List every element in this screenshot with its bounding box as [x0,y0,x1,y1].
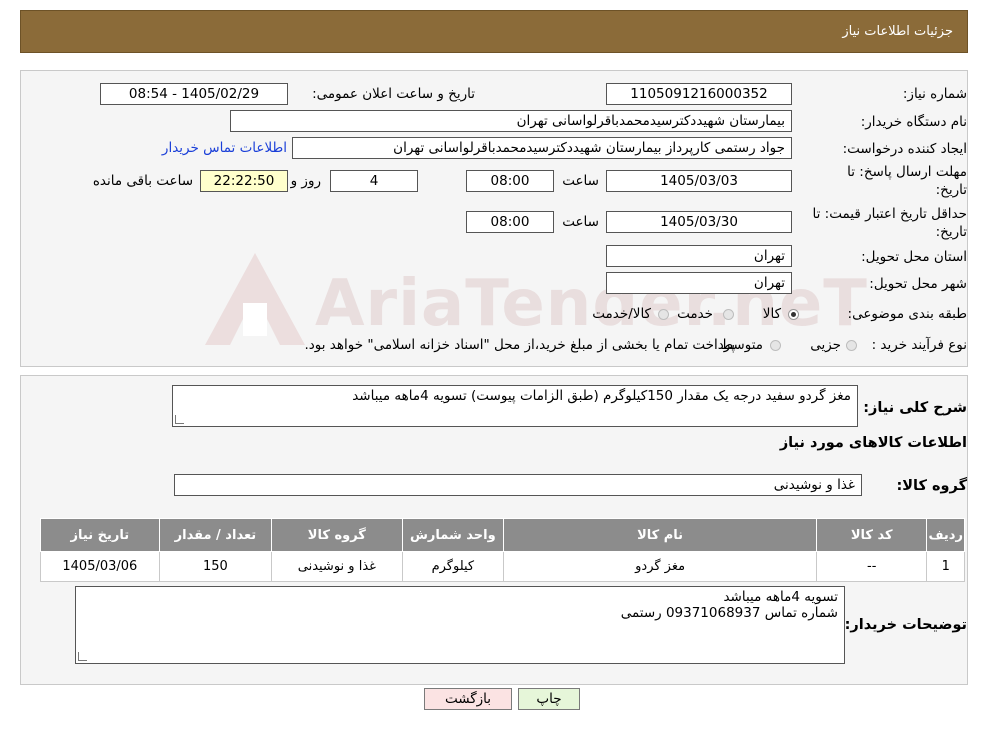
page-title: جزئیات اطلاعات نیاز [842,24,953,39]
need-number-field: 1105091216000352 [606,83,792,105]
province-field: تهران [606,245,792,267]
goods-group-field: غذا و نوشیدنی [174,474,862,496]
description-label: شرح کلی نیاز: [863,400,967,416]
goods-section-title: اطلاعات کالاهای مورد نیاز [779,435,967,451]
cell-goods-code: -- [816,551,928,582]
buyer-notes-line1: تسویه 4ماهه میباشد [723,589,838,605]
announce-datetime-field: 1405/02/29 - 08:54 [100,83,288,105]
process-option-minor: جزیی [810,337,841,353]
table-header-row: تاریخ نیاز تعداد / مقدار گروه کالا واحد … [40,518,965,552]
process-label: نوع فرآیند خرید : [871,337,967,353]
validity-time-label: ساعت [562,214,599,230]
table-row: 1405/03/06 150 غذا و نوشیدنی کیلوگرم مغز… [40,551,965,582]
remaining-time-label: ساعت باقی مانده [92,173,193,189]
deadline-time-field: 08:00 [466,170,554,192]
col-row-number: ردیف [926,518,965,552]
need-number-label: شماره نیاز: [902,86,967,102]
validity-time-field: 08:00 [466,211,554,233]
col-unit: واحد شمارش [401,518,505,552]
days-label: روز و [290,173,321,189]
col-goods-name: نام کالا [503,518,818,552]
cell-goods-group: غذا و نوشیدنی [271,551,403,582]
col-need-date: تاریخ نیاز [40,518,160,552]
city-field: تهران [606,272,792,294]
buyer-notes-label: توضیحات خریدار: [844,617,967,633]
col-quantity: تعداد / مقدار [158,518,273,552]
buyer-notes-line2: شماره تماس 09371068937 رستمی [620,605,838,621]
cell-quantity: 150 [158,551,273,582]
category-option-goods: کالا [762,306,781,322]
buyer-contact-link[interactable]: اطلاعات تماس خریدار [162,140,287,156]
category-option-goods-service: کالا/خدمت [592,306,651,322]
validity-date-field: 1405/03/30 [606,211,792,233]
remaining-days-field: 4 [330,170,418,192]
resize-grip-icon [78,652,87,661]
creator-field: جواد رستمی کارپرداز بیمارستان شهیددکترسی… [292,137,792,159]
category-radio-service[interactable] [723,309,734,320]
goods-group-label: گروه کالا: [896,478,967,494]
creator-label: ایجاد کننده درخواست: [842,141,967,157]
back-button[interactable]: بازگشت [424,688,512,710]
description-textarea: مغز گردو سفید درجه یک مقدار 150کیلوگرم (… [172,385,858,427]
cell-goods-name: مغز گردو [503,551,818,582]
process-radio-medium[interactable] [770,340,781,351]
deadline-date-field: 1405/03/03 [606,170,792,192]
validity-label-line1: حداقل تاریخ اعتبار قیمت: تا [812,206,967,222]
resize-grip-icon [175,415,184,424]
remaining-time-field: 22:22:50 [200,170,288,192]
category-option-service: خدمت [677,306,713,322]
cell-need-date: 1405/03/06 [40,551,160,582]
goods-table: تاریخ نیاز تعداد / مقدار گروه کالا واحد … [40,518,965,582]
buyer-notes-textarea: تسویه 4ماهه میباشد شماره تماس 0937106893… [75,586,845,664]
process-note: پرداخت تمام یا بخشی از مبلغ خرید،از محل … [304,337,735,353]
deadline-time-label: ساعت [562,173,599,189]
page-header: جزئیات اطلاعات نیاز [20,10,968,53]
deadline-label-line2: تاریخ: [935,182,967,198]
deadline-label-line1: مهلت ارسال پاسخ: تا [847,164,967,180]
announce-datetime-label: تاریخ و ساعت اعلان عمومی: [312,86,475,102]
cell-row-number: 1 [926,551,965,582]
category-radio-goods-service[interactable] [658,309,669,320]
buyer-org-field: بیمارستان شهیددکترسیدمحمدباقرلواسانی تهر… [230,110,792,132]
description-text: مغز گردو سفید درجه یک مقدار 150کیلوگرم (… [352,388,851,404]
buyer-org-label: نام دستگاه خریدار: [860,114,967,130]
col-goods-group: گروه کالا [271,518,403,552]
col-goods-code: کد کالا [816,518,928,552]
category-radio-goods[interactable] [788,309,799,320]
city-label: شهر محل تحویل: [869,276,967,292]
validity-label-line2: تاریخ: [935,224,967,240]
process-radio-minor[interactable] [846,340,857,351]
print-button[interactable]: چاپ [518,688,580,710]
watermark-logo-icon [205,253,305,345]
cell-unit: کیلوگرم [401,551,505,582]
category-label: طبقه بندی موضوعی: [847,306,967,322]
province-label: استان محل تحویل: [861,249,967,265]
